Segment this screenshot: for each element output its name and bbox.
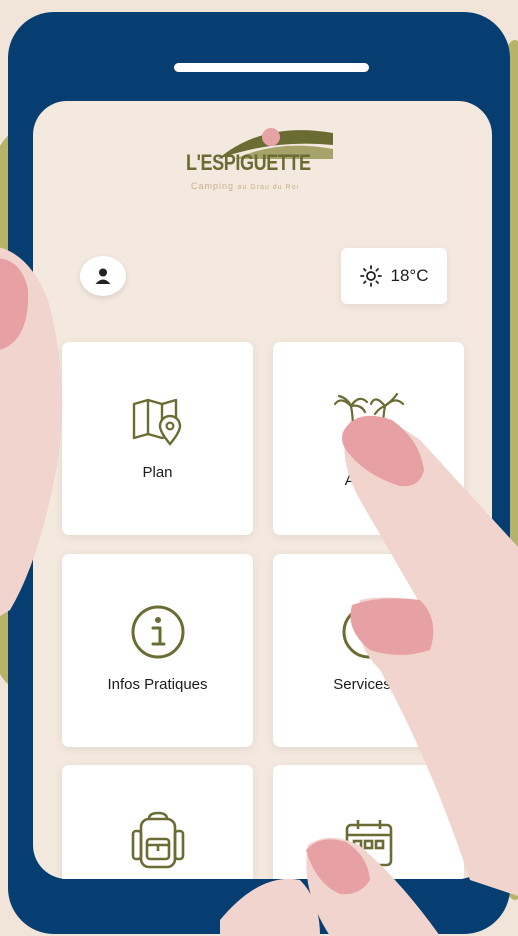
- phone-speaker: [174, 63, 369, 72]
- tile-infos-pratiques[interactable]: Infos Pratiques: [62, 554, 253, 747]
- weather-widget[interactable]: 18°C: [341, 248, 447, 304]
- tile-arrivee[interactable]: Arrivée: [273, 342, 464, 535]
- sun-icon: [359, 265, 382, 287]
- tagline-rest: au Grau du Roi: [237, 184, 300, 191]
- tile-backpack[interactable]: [62, 765, 253, 879]
- tile-arrivee-label: Arrivée: [344, 472, 393, 489]
- tagline-word: Camping: [191, 181, 235, 191]
- brand-name: L'ESPIGUETTE: [186, 150, 311, 175]
- account-button[interactable]: [80, 256, 126, 296]
- tile-plan-label: Plan: [142, 464, 173, 481]
- map-pin-icon: [132, 398, 181, 446]
- services-icon: [342, 605, 395, 659]
- tile-calendar[interactable]: [273, 765, 464, 879]
- calendar-icon: [345, 820, 392, 867]
- tile-services-label: Services +: [333, 676, 404, 693]
- user-icon: [95, 268, 111, 284]
- app-screen: L'ESPIGUETTE Camping au Grau du Roi 18°C…: [33, 101, 492, 879]
- tile-infos-pratiques-label: Infos Pratiques: [107, 676, 208, 693]
- tile-plan[interactable]: Plan: [62, 342, 253, 535]
- brand-tagline: Camping au Grau du Roi: [191, 181, 299, 191]
- tile-services[interactable]: Services +: [273, 554, 464, 747]
- illustration-stage: L'ESPIGUETTE Camping au Grau du Roi 18°C…: [0, 0, 518, 936]
- backpack-icon: [131, 811, 184, 869]
- palm-trees-icon: [333, 392, 404, 432]
- info-icon: [131, 605, 184, 659]
- temperature-label: 18°C: [390, 266, 429, 285]
